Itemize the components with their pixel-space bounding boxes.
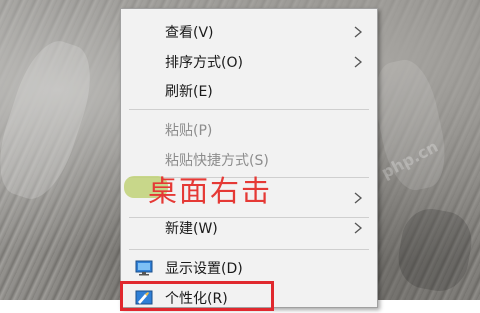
menu-item-label: 显示设置(D) — [165, 261, 243, 277]
menu-separator — [129, 109, 369, 110]
menu-item-refresh[interactable]: 刷新(E) — [121, 76, 377, 106]
context-menu: 查看(V) 排序方式(O) 刷新(E) 粘贴(P) 粘贴快捷方式(S) 新建(W… — [120, 8, 378, 308]
menu-item-label: 新建(W) — [165, 221, 218, 237]
chevron-right-icon — [354, 192, 363, 204]
menu-item-sort-by[interactable]: 排序方式(O) — [121, 47, 377, 77]
menu-separator — [129, 249, 369, 250]
menu-item-new[interactable]: 新建(W) — [121, 213, 377, 243]
wallpaper-rock-highlight — [0, 33, 104, 207]
chevron-right-icon — [354, 56, 363, 68]
menu-item-view[interactable]: 查看(V) — [121, 17, 377, 47]
wallpaper-rock-highlight — [367, 55, 453, 195]
display-settings-icon — [135, 260, 153, 276]
wallpaper-rock-shadow — [393, 204, 477, 296]
highlight-box — [120, 281, 274, 311]
menu-item-display-settings[interactable]: 显示设置(D) — [121, 253, 377, 283]
chevron-right-icon — [354, 26, 363, 38]
menu-item-label: 查看(V) — [165, 25, 214, 41]
menu-item-label: 排序方式(O) — [165, 55, 243, 71]
menu-item-label: 粘贴(P) — [165, 123, 213, 139]
annotation-label: 桌面右击 — [148, 174, 273, 208]
menu-item-label: 刷新(E) — [165, 84, 213, 100]
menu-item-label: 粘贴快捷方式(S) — [165, 153, 269, 169]
menu-item-paste[interactable]: 粘贴(P) — [121, 115, 377, 145]
chevron-right-icon — [354, 222, 363, 234]
